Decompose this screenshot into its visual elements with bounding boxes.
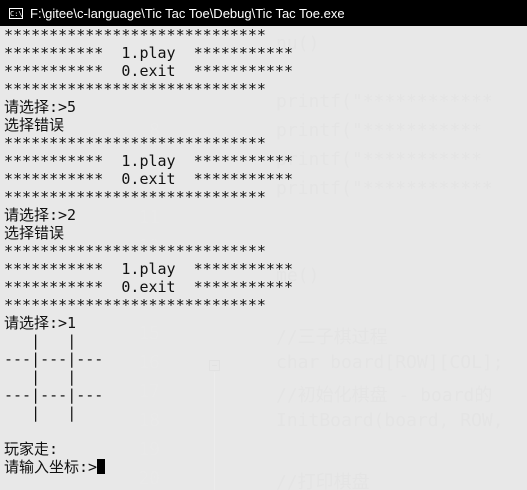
console-line: ---|---|---: [4, 386, 104, 404]
text-cursor[interactable]: [97, 459, 106, 474]
console-line: 请选择:>5: [4, 98, 77, 116]
console-line: *****************************: [4, 188, 266, 206]
console-line: 玩家走:: [4, 440, 59, 458]
editor-code-text: char board[ROW][COL];: [276, 352, 504, 373]
console-line: *********** 1.play ***********: [4, 260, 293, 278]
console-line: *********** 1.play ***********: [4, 44, 293, 62]
console-client-area[interactable]: nu() printf("************ 8 printf("*******…: [0, 26, 527, 490]
console-line: *********** 0.exit ***********: [4, 62, 293, 80]
console-line: | |: [4, 332, 77, 350]
console-line: 选择错误: [4, 224, 65, 242]
editor-code-text: printf("************: [276, 91, 493, 112]
console-line: | |: [4, 368, 77, 386]
console-line: *****************************: [4, 80, 266, 98]
window-title: F:\gitee\c-language\Tic Tac Toe\Debug\Ti…: [30, 5, 345, 21]
console-line: *********** 1.play ***********: [4, 152, 293, 170]
console-line: *********** 0.exit ***********: [4, 278, 293, 296]
console-line: *********** 0.exit ***********: [4, 170, 293, 188]
editor-code-text: //初始化棋盘 - board的: [276, 385, 493, 406]
console-app-icon[interactable]: C:\: [9, 7, 23, 19]
console-line: 选择错误: [4, 116, 65, 134]
console-line: | |: [4, 404, 77, 422]
editor-code-text: printf("***********: [276, 120, 482, 141]
console-line: 请选择:>1: [4, 314, 77, 332]
editor-code-text: InitBoard(board, ROW,: [276, 410, 504, 431]
console-line: *****************************: [4, 296, 266, 314]
console-output: ***************************** **********…: [4, 26, 293, 476]
title-bar[interactable]: C:\ F:\gitee\c-language\Tic Tac Toe\Debu…: [0, 0, 527, 26]
editor-code-text: printf("***********: [276, 149, 482, 170]
editor-code-text: printf("************: [276, 178, 493, 199]
console-line: *****************************: [4, 242, 266, 260]
console-line: *****************************: [4, 26, 266, 44]
console-line: 请输入坐标:>: [4, 458, 98, 476]
console-line: 请选择:>2: [4, 206, 77, 224]
console-line: ---|---|---: [4, 350, 104, 368]
console-line: *****************************: [4, 134, 266, 152]
